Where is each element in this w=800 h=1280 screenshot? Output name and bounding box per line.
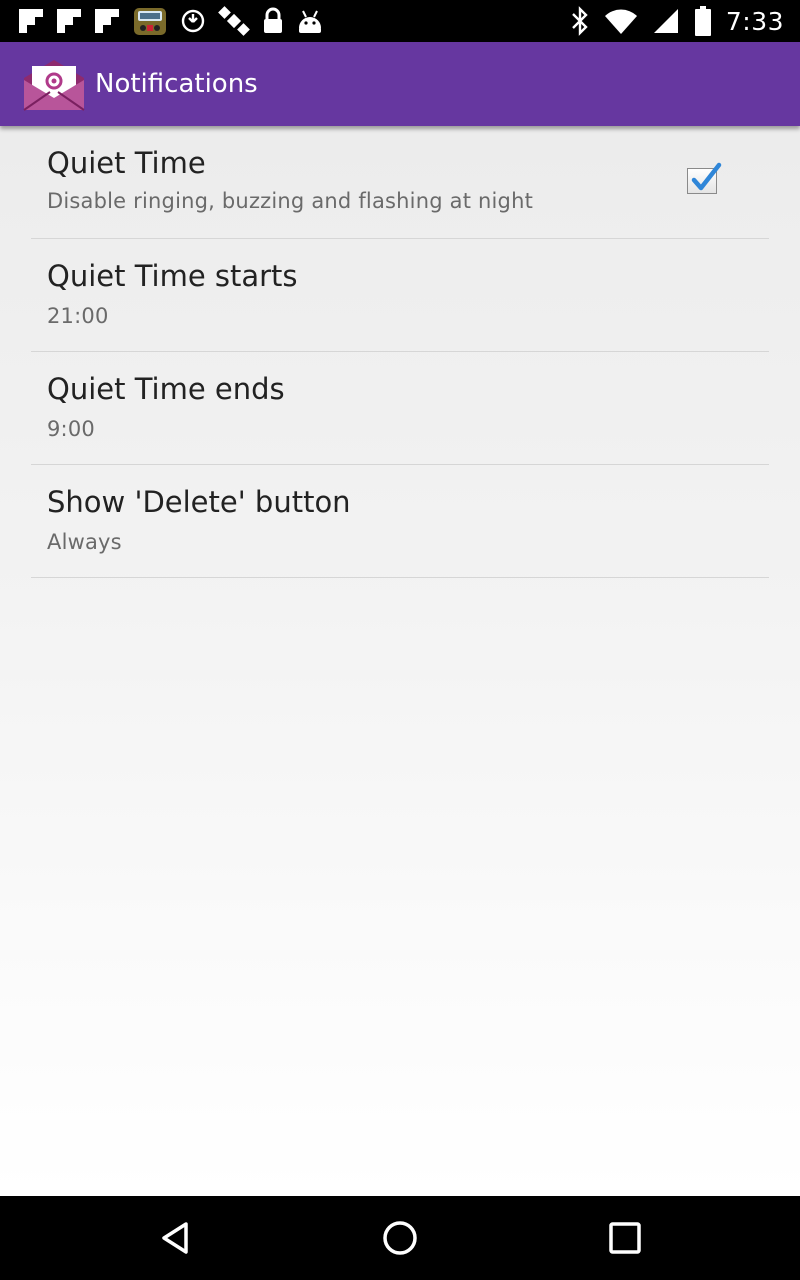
action-bar: Notifications xyxy=(0,42,800,126)
android-icon xyxy=(299,10,321,33)
pref-summary: Always xyxy=(47,530,122,554)
back-icon[interactable] xyxy=(156,1218,196,1258)
screen: 7:33 Notifications Quiet Time Disable ri… xyxy=(0,0,800,1280)
navigation-bar xyxy=(0,1196,800,1280)
page-title: Notifications xyxy=(95,69,258,99)
pref-summary: 21:00 xyxy=(47,304,109,328)
pref-title: Quiet Time ends xyxy=(47,372,285,406)
app-envelope-icon[interactable] xyxy=(20,56,88,114)
pref-quiet-time[interactable]: Quiet Time Disable ringing, buzzing and … xyxy=(31,126,769,239)
signal-icon xyxy=(653,9,678,33)
gps-satellite-icon xyxy=(218,6,250,36)
pref-title: Quiet Time starts xyxy=(47,259,298,293)
checkmark-icon xyxy=(691,162,722,191)
pref-title: Quiet Time xyxy=(47,146,206,180)
flipboard-icon xyxy=(95,9,119,33)
status-time: 7:33 xyxy=(725,6,784,36)
system-status: 7:33 xyxy=(570,5,784,37)
home-icon[interactable] xyxy=(380,1218,420,1258)
pref-quiet-time-ends[interactable]: Quiet Time ends 9:00 xyxy=(31,352,769,465)
flipboard-icon xyxy=(19,9,43,33)
radio-app-icon xyxy=(134,8,166,35)
pref-summary: 9:00 xyxy=(47,417,95,441)
preferences-list: Quiet Time Disable ringing, buzzing and … xyxy=(31,126,769,578)
quiet-time-checkbox[interactable] xyxy=(687,162,722,194)
bluetooth-icon xyxy=(572,6,588,36)
pref-title: Show 'Delete' button xyxy=(47,485,351,519)
pref-summary: Disable ringing, buzzing and flashing at… xyxy=(47,189,534,213)
lock-icon xyxy=(264,7,282,33)
sync-icon xyxy=(181,9,205,33)
preferences-content: Quiet Time Disable ringing, buzzing and … xyxy=(0,126,800,1196)
notification-icons xyxy=(18,6,324,36)
pref-show-delete-button[interactable]: Show 'Delete' button Always xyxy=(31,465,769,578)
pref-quiet-time-starts[interactable]: Quiet Time starts 21:00 xyxy=(31,239,769,352)
status-bar: 7:33 xyxy=(0,0,800,42)
battery-icon xyxy=(694,6,711,36)
recents-icon[interactable] xyxy=(605,1218,645,1258)
wifi-icon xyxy=(604,9,637,34)
flipboard-icon xyxy=(57,9,81,33)
